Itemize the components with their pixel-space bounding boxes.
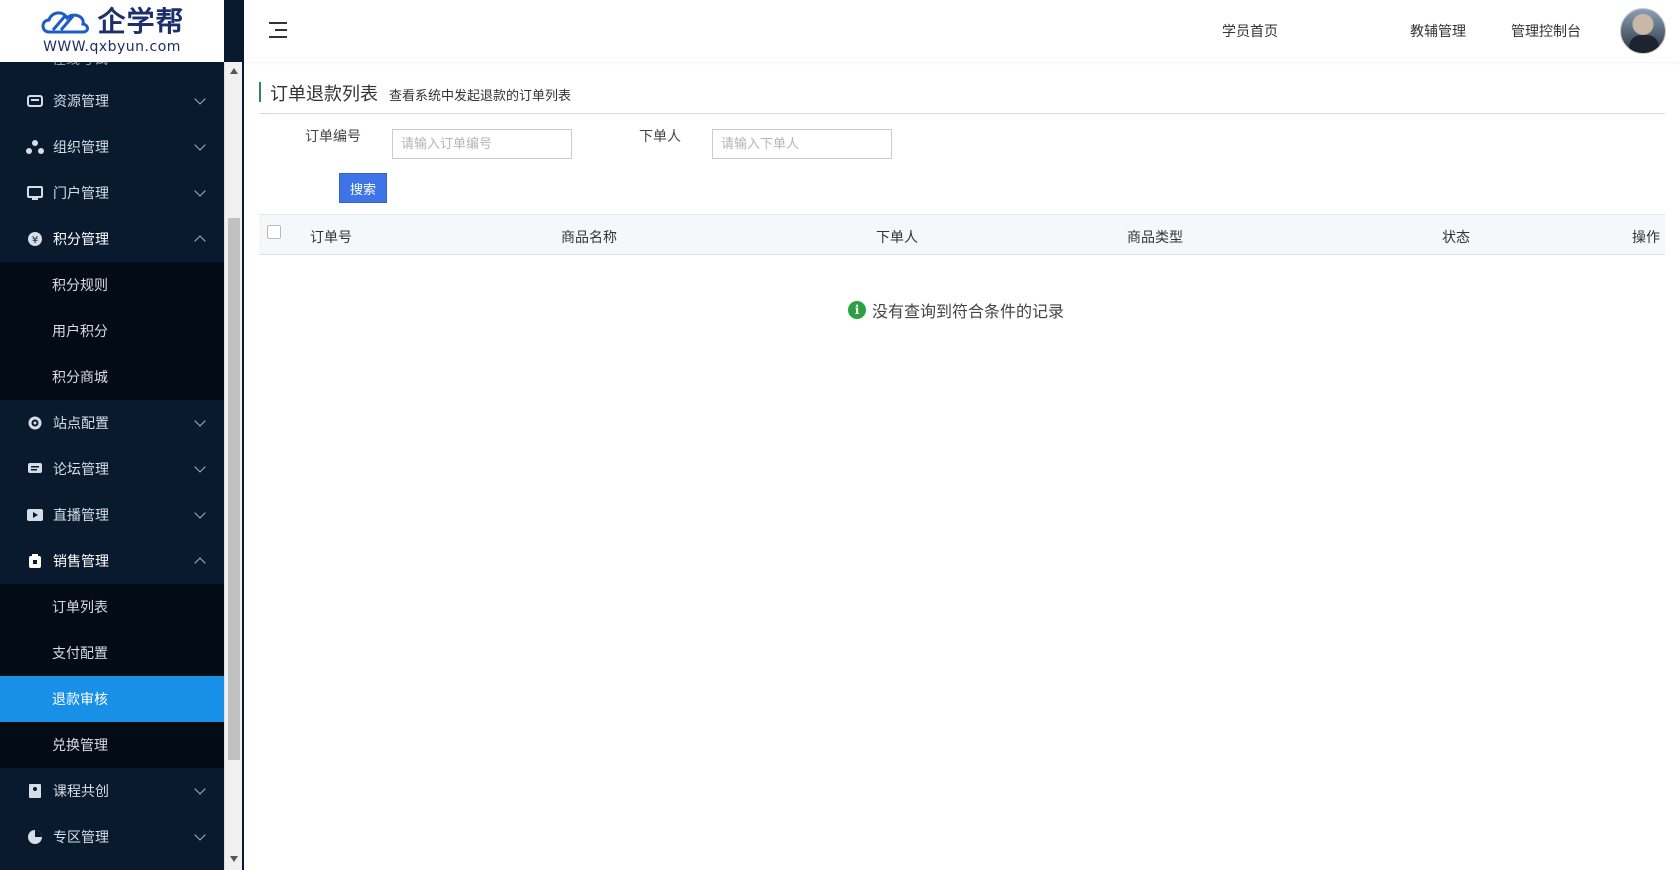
- select-all-checkbox[interactable]: [267, 225, 281, 239]
- chevron-up-icon: [194, 557, 206, 569]
- database-icon: [25, 91, 45, 111]
- chevron-down-icon: [194, 783, 206, 795]
- column-order-no[interactable]: 订单号: [310, 227, 352, 247]
- scroll-up-icon[interactable]: [230, 68, 238, 74]
- sidebar-item-portal[interactable]: 门户管理: [0, 170, 224, 216]
- sidebar-item-label: 门户管理: [53, 186, 109, 202]
- sidebar-scrollbar[interactable]: [224, 62, 242, 870]
- order-no-input[interactable]: [392, 129, 572, 159]
- column-product-name[interactable]: 商品名称: [561, 227, 617, 247]
- column-status[interactable]: 状态: [1442, 227, 1470, 247]
- scrollbar-thumb[interactable]: [228, 218, 240, 760]
- svg-text:¥: ¥: [32, 235, 38, 246]
- buyer-input[interactable]: [712, 129, 892, 159]
- chevron-down-icon: [194, 93, 206, 105]
- chevron-down-icon: [194, 185, 206, 197]
- sidebar-item-zone[interactable]: 专区管理: [0, 814, 224, 860]
- chevron-down-icon: [194, 507, 206, 519]
- logo[interactable]: 企学帮 WWW.qxbyun.com: [0, 0, 224, 62]
- logo-cloud-icon: [42, 11, 90, 34]
- sidebar-item-organization[interactable]: 组织管理: [0, 124, 224, 170]
- sidebar-item-course-cocreate[interactable]: 课程共创: [0, 768, 224, 814]
- empty-state-text: 没有查询到符合条件的记录: [872, 302, 1065, 321]
- sidebar-item-label: 站点配置: [53, 416, 109, 432]
- sidebar-subitem-points-rules[interactable]: 积分规则: [0, 262, 224, 308]
- sidebar: 企学帮 WWW.qxbyun.com 在线考试 资源管理 组织管理 门户管理: [0, 0, 244, 870]
- monitor-icon: [25, 183, 45, 203]
- page-title: 订单退款列表: [270, 84, 378, 105]
- sidebar-item-resources[interactable]: 资源管理: [0, 78, 224, 124]
- sidebar-item-exam-partial[interactable]: 在线考试: [0, 62, 224, 74]
- sidebar-subitem-payment-config[interactable]: 支付配置: [0, 630, 224, 676]
- sidebar-subitem-refund-review[interactable]: 退款审核: [0, 676, 224, 722]
- page-description: 查看系统中发起退款的订单列表: [389, 89, 572, 104]
- sidebar-item-site-config[interactable]: 站点配置: [0, 400, 224, 446]
- chevron-up-icon: [194, 235, 206, 247]
- table-header: 订单号 商品名称 下单人 商品类型 状态 操作: [259, 214, 1665, 255]
- main-content: 订单退款列表 查看系统中发起退款的订单列表 订单编号 下单人 搜索 订单号 商品…: [244, 62, 1680, 870]
- avatar[interactable]: [1620, 8, 1666, 54]
- points-icon: ¥: [25, 229, 45, 249]
- empty-state: i 没有查询到符合条件的记录: [848, 298, 1064, 322]
- menu-toggle-icon[interactable]: [269, 22, 287, 38]
- search-button[interactable]: 搜索: [339, 173, 387, 203]
- sidebar-item-forum[interactable]: 论坛管理: [0, 446, 224, 492]
- site-config-icon: [25, 413, 45, 433]
- org-icon: [25, 137, 45, 157]
- sales-icon: [25, 551, 45, 571]
- sidebar-item-label: 专区管理: [53, 830, 109, 846]
- sidebar-item-label: 资源管理: [53, 94, 109, 110]
- column-product-type[interactable]: 商品类型: [1127, 227, 1183, 247]
- nav-admin-console[interactable]: 管理控制台: [1511, 21, 1581, 41]
- sidebar-item-label: 课程共创: [53, 784, 109, 800]
- sidebar-item-label: 直播管理: [53, 508, 109, 524]
- sidebar-subitem-points-mall[interactable]: 积分商城: [0, 354, 224, 400]
- sidebar-subitem-exchange[interactable]: 兑换管理: [0, 722, 224, 768]
- scroll-down-icon[interactable]: [230, 856, 238, 862]
- page-header: 订单退款列表 查看系统中发起退款的订单列表: [259, 80, 1665, 114]
- buyer-label: 下单人: [639, 129, 681, 145]
- top-header: 学员首页 教辅管理 管理控制台: [244, 0, 1680, 62]
- logo-name: 企学帮: [97, 5, 185, 38]
- zone-icon: [25, 827, 45, 847]
- sidebar-item-label: 积分管理: [53, 232, 109, 248]
- forum-icon: [25, 459, 45, 479]
- column-actions: 操作: [1632, 230, 1660, 246]
- sidebar-item-label: 论坛管理: [53, 462, 109, 478]
- chevron-down-icon: [194, 415, 206, 427]
- sidebar-subitem-user-points[interactable]: 用户积分: [0, 308, 224, 354]
- sidebar-item-live[interactable]: 直播管理: [0, 492, 224, 538]
- sidebar-item-sales[interactable]: 销售管理: [0, 538, 224, 584]
- sidebar-menu: 在线考试 资源管理 组织管理 门户管理 ¥: [0, 62, 224, 870]
- column-buyer[interactable]: 下单人: [876, 227, 918, 247]
- chevron-down-icon: [194, 829, 206, 841]
- chevron-down-icon: [194, 461, 206, 473]
- info-icon: i: [848, 301, 866, 319]
- chevron-down-icon: [194, 139, 206, 151]
- sidebar-item-label: 销售管理: [53, 554, 109, 570]
- course-icon: [25, 781, 45, 801]
- nav-teaching-aids[interactable]: 教辅管理: [1410, 21, 1466, 41]
- sidebar-item-points[interactable]: ¥ 积分管理: [0, 216, 224, 262]
- sidebar-item-label: 组织管理: [53, 140, 109, 156]
- sidebar-subitem-order-list[interactable]: 订单列表: [0, 584, 224, 630]
- live-icon: [25, 505, 45, 525]
- nav-student-home[interactable]: 学员首页: [1222, 21, 1278, 41]
- order-no-label: 订单编号: [305, 129, 361, 145]
- logo-url: WWW.qxbyun.com: [43, 39, 181, 55]
